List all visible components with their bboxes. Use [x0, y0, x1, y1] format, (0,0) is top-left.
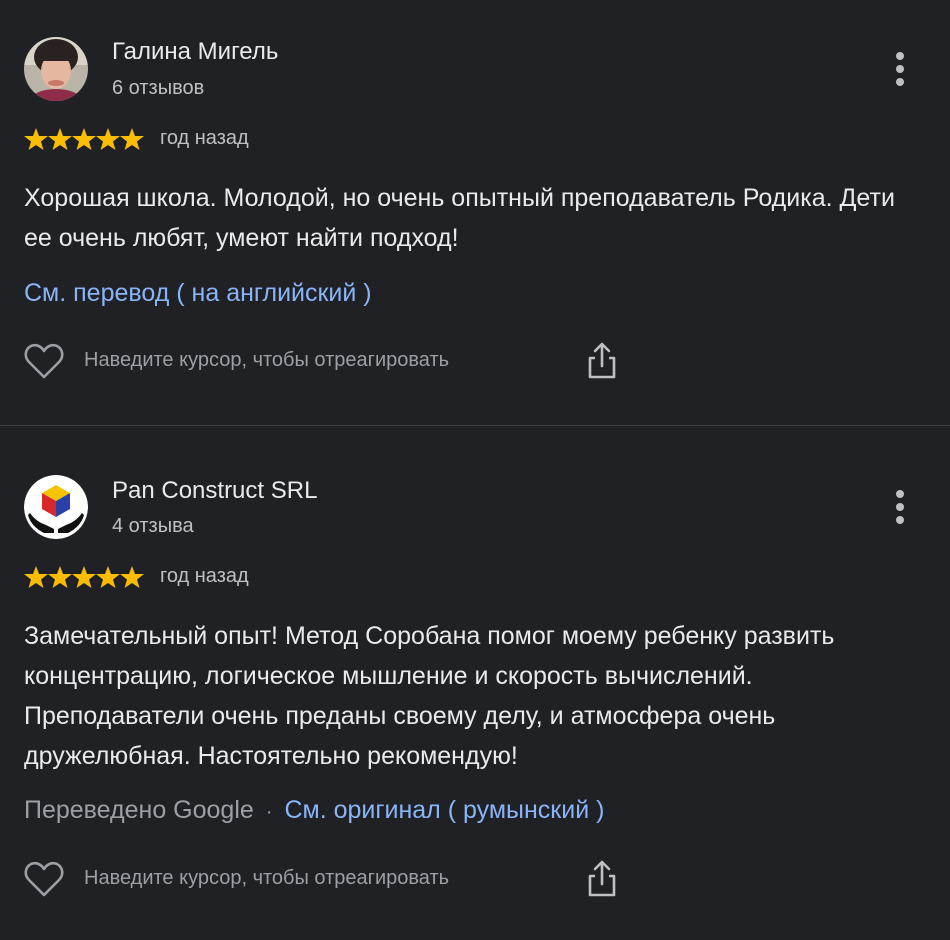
star-icon — [96, 566, 120, 588]
star-rating — [24, 566, 144, 588]
react-button[interactable] — [24, 342, 64, 380]
star-icon — [24, 566, 48, 588]
star-icon — [72, 128, 96, 150]
share-button[interactable] — [584, 858, 620, 898]
translated-by-label: Переведено Google — [24, 796, 254, 824]
star-icon — [24, 128, 48, 150]
more-dot-icon — [896, 78, 904, 86]
reviewer-avatar[interactable] — [24, 475, 88, 539]
dot-separator: · — [265, 801, 273, 823]
share-icon — [588, 342, 616, 379]
review-date: год назад — [160, 127, 249, 149]
reviewer-avatar[interactable] — [24, 37, 88, 101]
more-options-button[interactable] — [884, 49, 916, 89]
reviewer-name[interactable]: Pan Construct SRL — [112, 477, 317, 505]
review-card: Pan Construct SRL 4 отзыва год назад Зам… — [0, 426, 950, 940]
see-original-link[interactable]: См. оригинал ( румынский ) — [284, 796, 604, 824]
review-card: Галина Мигель 6 отзывов год назад Хороша… — [0, 0, 950, 425]
star-icon — [48, 128, 72, 150]
review-text: Замечательный опыт! Метод Соробана помог… — [24, 622, 835, 770]
star-icon — [72, 566, 96, 588]
review-date: год назад — [160, 565, 249, 587]
reviewer-name[interactable]: Галина Мигель — [112, 38, 278, 66]
more-dot-icon — [896, 490, 904, 498]
heart-icon — [24, 861, 64, 897]
more-dot-icon — [896, 65, 904, 73]
see-translation-link[interactable]: См. перевод ( на английский ) — [24, 279, 372, 308]
star-icon — [96, 128, 120, 150]
share-icon — [588, 860, 616, 897]
more-dot-icon — [896, 52, 904, 60]
star-icon — [120, 128, 144, 150]
translation-info-row: Переведено Google · См. оригинал ( румынск… — [24, 796, 604, 825]
more-options-button[interactable] — [884, 487, 916, 527]
review-text: Хорошая школа. Молодой, но очень опытный… — [24, 184, 895, 252]
heart-icon — [24, 343, 64, 379]
react-hint-text: Наведите курсор, чтобы отреагировать — [84, 867, 450, 889]
more-dot-icon — [896, 516, 904, 524]
review-count[interactable]: 4 отзыва — [112, 515, 194, 538]
react-hint-text: Наведите курсор, чтобы отреагировать — [84, 349, 450, 371]
review-count[interactable]: 6 отзывов — [112, 77, 204, 100]
star-icon — [120, 566, 144, 588]
star-rating — [24, 128, 144, 150]
more-dot-icon — [896, 503, 904, 511]
react-button[interactable] — [24, 860, 64, 898]
star-icon — [48, 566, 72, 588]
share-button[interactable] — [584, 340, 620, 380]
